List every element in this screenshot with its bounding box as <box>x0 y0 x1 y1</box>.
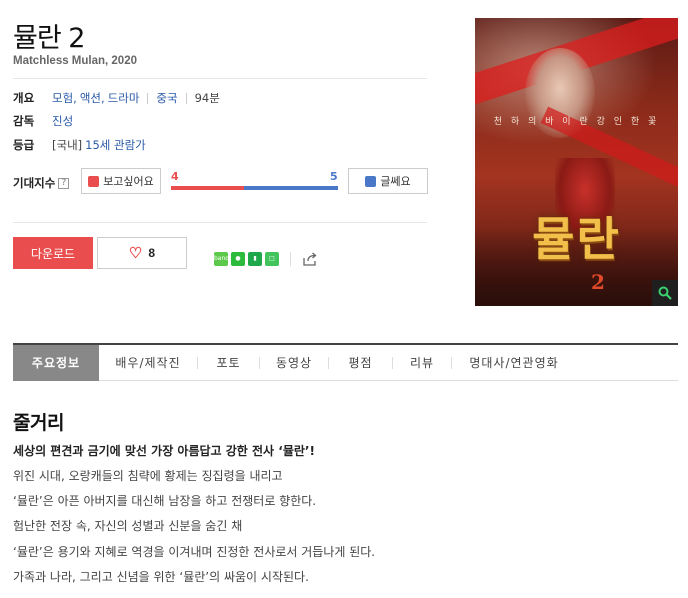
director-label: 감독 <box>13 114 35 128</box>
synopsis-headline: 세상의 편견과 금기에 맞선 가장 아름답고 강한 전사 ‘뮬란’! <box>13 444 315 458</box>
bookmark-icon[interactable]: ▮ <box>248 252 262 266</box>
like-button[interactable]: ♡ 8 <box>97 237 187 269</box>
tab-videos[interactable]: 동영상 <box>260 345 328 381</box>
magnifier-icon <box>658 286 672 300</box>
overview-row: 개요 모험, 액션, 드라마 중국 94분 <box>13 90 220 106</box>
genre-link-drama[interactable]: 드라마 <box>108 90 140 106</box>
synopsis-line: ‘뮬란’은 용기와 지혜로 역경을 이겨내며 진정한 전사로서 거듭나게 된다. <box>13 545 376 559</box>
help-icon[interactable]: ? <box>58 177 70 189</box>
poster-logo: 뮬란 <box>532 212 621 266</box>
note-icon[interactable]: □ <box>265 252 279 266</box>
tab-quotes-related[interactable]: 명대사/연관영화 <box>452 345 576 381</box>
like-count: 8 <box>148 246 156 260</box>
meh-count: 5 <box>330 170 338 183</box>
band-icon[interactable]: band <box>214 252 229 266</box>
genre-link-action[interactable]: 액션 <box>80 90 101 106</box>
thumbs-up-icon <box>88 175 100 187</box>
thumbs-down-icon <box>365 175 377 187</box>
synopsis-line: 험난한 전장 속, 자신의 성별과 신분을 숨긴 채 <box>13 519 243 533</box>
rating-row: 등급 [국내] 15세 관람가 <box>13 137 146 153</box>
separator <box>290 252 291 266</box>
share-icon[interactable] <box>302 251 318 267</box>
tab-reviews[interactable]: 리뷰 <box>393 345 451 381</box>
movie-original-title: Matchless Mulan, 2020 <box>13 55 137 67</box>
heart-icon: ♡ <box>128 245 143 262</box>
synopsis-line: 위진 시대, 오랑캐들의 침략에 황제는 징집령을 내리고 <box>13 469 283 483</box>
rating-label: 등급 <box>13 138 35 152</box>
poster-tagline: 천 하 의 바 이 란 강 인 한 꽃 <box>493 117 660 127</box>
separator <box>147 92 149 104</box>
movie-title: 뮬란 2 <box>13 23 85 54</box>
tab-ratings[interactable]: 평점 <box>329 345 392 381</box>
expectation-bar <box>171 186 338 190</box>
want-to-see-label: 보고싶어요 <box>103 175 154 188</box>
synopsis-line: 가족과 나라, 그리고 신념을 위한 ‘뮬란’의 싸움이 시작된다. <box>13 570 309 584</box>
expectation-label: 기대지수 <box>13 176 56 190</box>
want-to-see-button[interactable]: 보고싶어요 <box>81 168 161 194</box>
genre-link-adventure[interactable]: 모험 <box>52 90 73 106</box>
country-link[interactable]: 중국 <box>156 90 177 106</box>
director-link[interactable]: 진성 <box>52 113 73 129</box>
meh-button[interactable]: 글쎄요 <box>348 168 428 194</box>
zoom-button[interactable] <box>652 280 678 306</box>
director-row: 감독 진성 <box>13 113 73 129</box>
poster-logo-number: 2 <box>591 270 605 294</box>
divider <box>13 78 427 79</box>
synopsis-line: ‘뮬란’은 아픈 아버지를 대신해 남장을 하고 전쟁터로 향한다. <box>13 494 317 508</box>
tab-cast-crew[interactable]: 배우/제작진 <box>99 345 197 381</box>
separator <box>185 92 187 104</box>
share-icons: band ● ▮ □ <box>214 251 318 267</box>
expectation-label-group: 기대지수 ? <box>13 175 70 191</box>
expectation-bar-fill <box>171 186 245 190</box>
download-button[interactable]: 다운로드 <box>13 237 93 269</box>
meh-label: 글쎄요 <box>380 175 411 188</box>
tab-main-info[interactable]: 주요정보 <box>13 344 99 381</box>
movie-poster[interactable]: 천 하 의 바 이 란 강 인 한 꽃 뮬란 2 <box>475 18 678 306</box>
want-count: 4 <box>171 170 179 183</box>
tab-bar: 주요정보 배우/제작진 포토 동영상 평점 리뷰 명대사/연관영화 <box>13 343 678 381</box>
runtime: 94분 <box>194 91 220 105</box>
overview-label: 개요 <box>13 91 35 105</box>
tab-photos[interactable]: 포토 <box>198 345 259 381</box>
rating-link[interactable]: 15세 관람가 <box>85 137 146 153</box>
rating-prefix: [국내] <box>52 138 83 152</box>
divider <box>13 222 427 223</box>
kakaotalk-icon[interactable]: ● <box>231 252 245 266</box>
synopsis-title: 줄거리 <box>13 412 64 434</box>
